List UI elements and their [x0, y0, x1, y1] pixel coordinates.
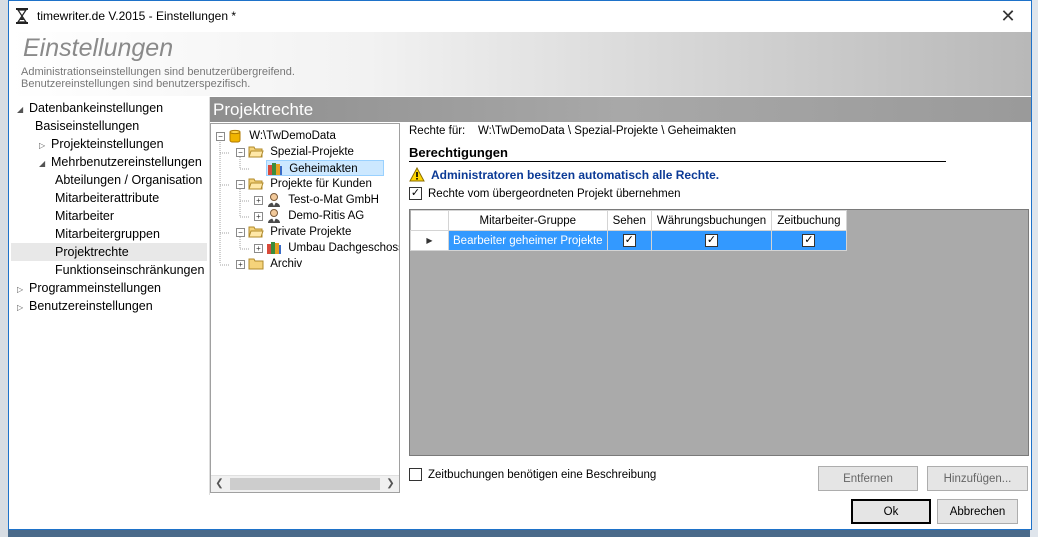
scroll-left-icon[interactable]: ❮	[211, 476, 228, 492]
tree-node-private-projekte[interactable]: Private Projekte	[248, 224, 351, 240]
cell-group[interactable]: Bearbeiter geheimer Projekte	[448, 230, 608, 251]
nav-item-projektrechte[interactable]: Projektrechte	[11, 243, 207, 261]
tree-node-test-o-mat[interactable]: Test-o-Mat GmbH	[266, 192, 379, 208]
collapse-toggle[interactable]: −	[236, 180, 245, 189]
nav-item-funktionseinschraenkungen[interactable]: Funktionseinschränkungen	[55, 261, 204, 279]
column-header-zeitbuchung[interactable]: Zeitbuchung	[771, 210, 847, 231]
remove-button[interactable]: Entfernen	[818, 466, 918, 491]
rights-for-label: Rechte für:	[409, 125, 466, 137]
expanded-icon[interactable]: ◢	[39, 155, 51, 173]
scroll-right-icon[interactable]: ❯	[382, 476, 399, 492]
permissions-grid: Mitarbeiter-Gruppe Sehen Währungsbuchung…	[409, 209, 1029, 456]
tree-node-umbau-dachgeschoss[interactable]: Umbau Dachgeschoss	[266, 240, 399, 256]
nav-item-mehrbenutzereinstellungen[interactable]: ◢ Mehrbenutzereinstellungen	[39, 153, 202, 171]
tree-node-spezial-projekte[interactable]: Spezial-Projekte	[248, 144, 354, 160]
admin-notice: Administratoren besitzen automatisch all…	[409, 167, 719, 182]
window-title: timewriter.de V.2015 - Einstellungen *	[37, 9, 237, 23]
cell-sehen[interactable]: ✓	[606, 230, 652, 251]
settings-window: timewriter.de V.2015 - Einstellungen * ✕…	[8, 0, 1032, 530]
settings-nav-tree: ◢ Datenbankeinstellungen Basiseinstellung…	[11, 97, 209, 495]
tree-node-projekte-fuer-kunden[interactable]: Projekte für Kunden	[248, 176, 372, 192]
ok-button[interactable]: Ok	[851, 499, 931, 524]
title-bar: timewriter.de V.2015 - Einstellungen * ✕	[9, 1, 1031, 32]
nav-item-mitarbeiterattribute[interactable]: Mitarbeiterattribute	[55, 189, 159, 207]
inherit-rights-label[interactable]: Rechte vom übergeordneten Projekt überne…	[428, 188, 681, 200]
waehrungsbuchungen-checkbox[interactable]: ✓	[705, 234, 719, 247]
nav-item-mitarbeiter[interactable]: Mitarbeiter	[55, 207, 114, 225]
tree-node-archiv[interactable]: Archiv	[248, 256, 302, 272]
tree-node-demo-ritis[interactable]: Demo-Ritis AG	[266, 208, 364, 224]
horizontal-scrollbar[interactable]: ❮ ❯	[211, 475, 399, 492]
project-books-icon	[268, 162, 282, 175]
add-button[interactable]: Hinzufügen...	[927, 466, 1028, 491]
nav-item-programmeinstellungen[interactable]: ▷ Programmeinstellungen	[17, 279, 161, 297]
cancel-button[interactable]: Abbrechen	[937, 499, 1018, 524]
collapse-toggle[interactable]: −	[236, 148, 245, 157]
tree-node-root[interactable]: W:\TwDemoData	[228, 128, 336, 144]
description-required-row[interactable]: Zeitbuchungen benötigen eine Beschreibun…	[409, 468, 656, 481]
column-header-waehrungsbuchungen[interactable]: Währungsbuchungen	[650, 210, 773, 231]
cell-waehrungsbuchungen[interactable]: ✓	[650, 230, 773, 251]
hourglass-icon	[16, 8, 28, 24]
open-folder-icon	[248, 146, 264, 158]
database-icon	[229, 129, 241, 143]
current-row-icon: ▶	[410, 230, 449, 251]
nav-item-datenbankeinstellungen[interactable]: ◢ Datenbankeinstellungen	[17, 99, 163, 117]
nav-item-mitarbeitergruppen[interactable]: Mitarbeitergruppen	[55, 225, 160, 243]
rights-panel: Rechte für: W:\TwDemoData \ Spezial-Proj…	[409, 123, 1031, 495]
expand-toggle[interactable]: +	[254, 212, 263, 221]
project-books-icon	[267, 241, 281, 254]
background-app-left	[0, 0, 8, 537]
collapsed-icon[interactable]: ▷	[17, 299, 29, 317]
collapse-toggle[interactable]: −	[216, 132, 225, 141]
grid-header-row: Mitarbeiter-Gruppe Sehen Währungsbuchung…	[410, 210, 847, 231]
section-title: Berechtigungen	[409, 145, 946, 162]
collapse-toggle[interactable]: −	[236, 228, 245, 237]
close-button[interactable]: ✕	[985, 1, 1031, 32]
grid-corner	[410, 210, 449, 231]
table-row[interactable]: ▶ Bearbeiter geheimer Projekte ✓ ✓ ✓	[410, 230, 847, 251]
rights-for-path: W:\TwDemoData \ Spezial-Projekte \ Gehei…	[478, 125, 737, 137]
tree-node-geheimakten[interactable]: Geheimakten	[266, 160, 384, 176]
warning-icon	[409, 167, 425, 182]
permissions-table: Mitarbeiter-Gruppe Sehen Währungsbuchung…	[410, 210, 847, 251]
open-folder-icon	[248, 178, 264, 190]
expand-toggle[interactable]: +	[254, 244, 263, 253]
zeitbuchung-checkbox[interactable]: ✓	[802, 234, 816, 247]
content-header: Projektrechte	[210, 97, 1031, 122]
inherit-rights-checkbox[interactable]: ✓	[409, 187, 422, 200]
banner-line-2: Benutzereinstellungen sind benutzerspezi…	[21, 78, 251, 90]
nav-item-benutzereinstellungen[interactable]: ▷ Benutzereinstellungen	[17, 297, 153, 315]
folder-icon	[248, 258, 264, 270]
customer-icon	[268, 193, 280, 207]
nav-item-projekteinstellungen[interactable]: ▷ Projekteinstellungen	[39, 135, 164, 153]
cell-zeitbuchung[interactable]: ✓	[771, 230, 847, 251]
content-area: Projektrechte − W:\TwDemoData − Spezial-…	[210, 97, 1031, 495]
expanded-icon[interactable]: ◢	[17, 101, 29, 119]
expand-toggle[interactable]: +	[236, 260, 245, 269]
description-required-checkbox[interactable]	[409, 468, 422, 481]
close-icon: ✕	[1000, 6, 1016, 26]
customer-icon	[268, 209, 280, 223]
banner-heading: Einstellungen	[23, 34, 174, 62]
project-tree: − W:\TwDemoData − Spezial-Projekte Gehei…	[210, 123, 400, 493]
description-required-label[interactable]: Zeitbuchungen benötigen eine Beschreibun…	[428, 469, 656, 481]
column-header-sehen[interactable]: Sehen	[606, 210, 652, 231]
open-folder-icon	[248, 226, 264, 238]
column-header-group[interactable]: Mitarbeiter-Gruppe	[448, 210, 608, 231]
header-banner: Einstellungen Administrationseinstellung…	[9, 32, 1031, 96]
admin-notice-text: Administratoren besitzen automatisch all…	[431, 167, 720, 182]
sehen-checkbox[interactable]: ✓	[622, 234, 636, 247]
banner-line-1: Administrationseinstellungen sind benutz…	[21, 66, 295, 78]
scroll-thumb[interactable]	[230, 478, 380, 490]
inherit-rights-row[interactable]: ✓ Rechte vom übergeordneten Projekt über…	[409, 187, 681, 200]
nav-item-abteilungen[interactable]: Abteilungen / Organisation	[55, 171, 202, 189]
content-title: Projektrechte	[213, 100, 314, 119]
expand-toggle[interactable]: +	[254, 196, 263, 205]
nav-item-basiseinstellungen[interactable]: Basiseinstellungen	[35, 117, 139, 135]
